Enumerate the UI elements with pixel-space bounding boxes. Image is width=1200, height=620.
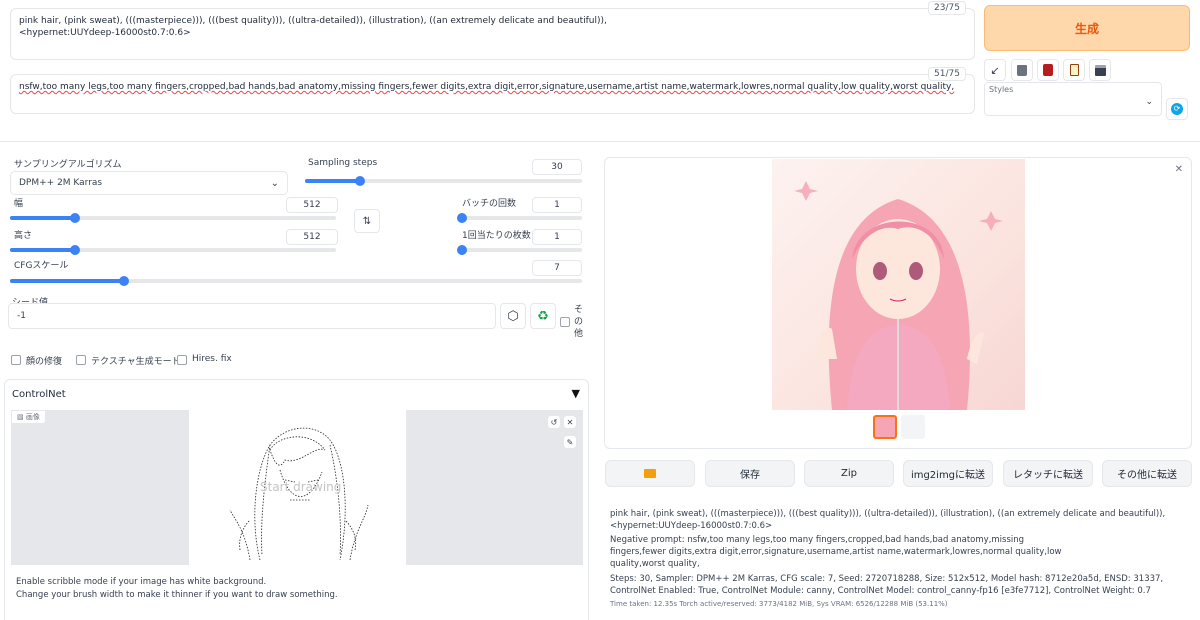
generate-button[interactable]: 生成 [984,5,1190,51]
seed-input[interactable]: -1 [8,303,496,329]
paste-params-button[interactable]: ↙ [984,59,1006,81]
controlnet-title: ControlNet [12,389,66,400]
sampler-dropdown[interactable]: DPM++ 2M Karras ⌄ [10,171,288,195]
clear-prompt-button[interactable] [1011,59,1033,81]
anime-girl-illustration [794,181,1003,410]
apply-style-button[interactable] [1063,59,1085,81]
chevron-down-icon: ⌄ [270,177,279,189]
height-slider[interactable] [10,245,336,255]
swap-dimensions-button[interactable]: ⇅ [354,209,380,233]
close-icon: ✕ [566,417,574,427]
timing-info: Time taken: 12.35s Torch active/reserved… [610,600,948,608]
close-image-button[interactable]: ✕ [563,415,577,429]
width-label: 幅 [14,199,24,209]
save-style-button[interactable] [1089,59,1111,81]
steps-slider[interactable] [305,176,582,186]
info-negative-prompt: Negative prompt: nsfw,too many legs,too … [610,535,1062,569]
send-to-inpaint-button[interactable]: レタッチに転送 [1003,460,1093,487]
controlnet-note-2: Change your brush width to make it thinn… [16,590,338,600]
controlnet-image-left[interactable] [11,410,189,565]
tiling-label: テクスチャ生成モード [91,357,181,367]
height-input[interactable]: 512 [286,229,338,245]
show-extra-networks-button[interactable] [1037,59,1059,81]
card-icon [1043,64,1053,76]
brush-icon: ✎ [566,437,574,447]
close-icon: ✕ [1174,164,1183,175]
folder-icon [644,469,656,478]
send-to-extras-button[interactable]: その他に転送 [1102,460,1192,487]
thumbnail-1[interactable] [873,415,897,439]
canvas-hint: Start drawing [260,480,342,494]
styles-dropdown[interactable]: ⌄ [987,95,1159,113]
controlnet-header[interactable]: ControlNet ▼ [5,380,588,410]
undo-button[interactable]: ↺ [547,415,561,429]
prompt-token-counter: 23/75 [928,1,966,15]
generated-image[interactable] [772,159,1025,410]
brush-button[interactable]: ✎ [563,435,577,449]
styles-panel: Styles ⌄ [984,82,1162,116]
refresh-styles-button[interactable]: ⟳ [1166,98,1188,120]
width-slider[interactable] [10,213,336,223]
floppy-disk-icon [1094,64,1106,76]
cfg-input[interactable]: 7 [532,260,582,276]
restore-faces-label: 顔の修復 [26,357,63,367]
collapse-triangle-icon: ▼ [571,387,580,400]
controlnet-panel: ControlNet ▼ ▧ 画像 Start drawing ↺ ✕ ✎ En… [4,379,589,620]
close-gallery-button[interactable]: ✕ [1175,164,1183,175]
hires-fix-label: Hires. fix [192,354,232,364]
output-gallery: ✕ [604,157,1192,449]
sampler-label: サンプリングアルゴリズム [14,160,122,170]
height-label: 高さ [14,231,33,241]
trash-icon [1017,64,1027,76]
arrow-icon: ↙ [990,63,1000,77]
swap-icon: ⇅ [362,215,372,227]
controlnet-note-1: Enable scribble mode if your image has w… [16,577,267,587]
prompt-textarea[interactable]: pink hair, (pink sweat), (((masterpiece)… [10,8,975,60]
scribble-canvas[interactable]: Start drawing [190,410,405,565]
batch-size-label: 1回当たりの枚数 [462,231,531,241]
batch-size-input[interactable]: 1 [532,229,582,245]
extra-seed-label: その他 [574,305,584,339]
batch-count-label: バッチの回数 [462,199,517,209]
batch-size-slider[interactable] [457,245,582,255]
negative-prompt-token-counter: 51/75 [928,67,966,81]
open-folder-button[interactable] [605,460,695,487]
styles-label: Styles [989,85,1014,94]
refresh-icon: ⟳ [1171,103,1183,115]
info-parameters: Steps: 30, Sampler: DPM++ 2M Karras, CFG… [610,574,1164,596]
zip-button[interactable]: Zip [804,460,894,487]
cfg-slider[interactable] [10,276,582,286]
clipboard-icon [1069,64,1079,76]
image-icon: ▧ [17,413,26,421]
tiling-checkbox[interactable] [76,355,86,365]
controlnet-image-right[interactable] [406,410,583,565]
image-label: 画像 [25,413,40,421]
dice-icon: ⬡ [507,308,519,324]
chevron-down-icon: ⌄ [1145,97,1153,107]
batch-count-slider[interactable] [457,213,582,223]
undo-icon: ↺ [550,417,558,427]
save-button[interactable]: 保存 [705,460,795,487]
restore-faces-checkbox[interactable] [11,355,21,365]
sampler-value: DPM++ 2M Karras [19,178,103,188]
hires-fix-checkbox[interactable] [177,355,187,365]
negative-prompt-textarea[interactable]: nsfw,too many legs,too many fingers,crop… [10,74,975,114]
thumbnail-2[interactable] [901,415,925,439]
cfg-label: CFGスケール [14,261,69,271]
reuse-seed-button[interactable]: ♻ [530,303,556,329]
steps-input[interactable]: 30 [532,159,582,175]
send-to-img2img-button[interactable]: img2imgに転送 [903,460,993,487]
extra-seed-checkbox[interactable] [560,317,570,327]
divider [0,141,1200,142]
info-prompt: pink hair, (pink sweat), (((masterpiece)… [610,509,1166,531]
random-seed-button[interactable]: ⬡ [500,303,526,329]
image-tag: ▧ 画像 [11,410,46,424]
batch-count-input[interactable]: 1 [532,197,582,213]
steps-label: Sampling steps [308,158,378,168]
width-input[interactable]: 512 [286,197,338,213]
recycle-icon: ♻ [537,308,549,324]
